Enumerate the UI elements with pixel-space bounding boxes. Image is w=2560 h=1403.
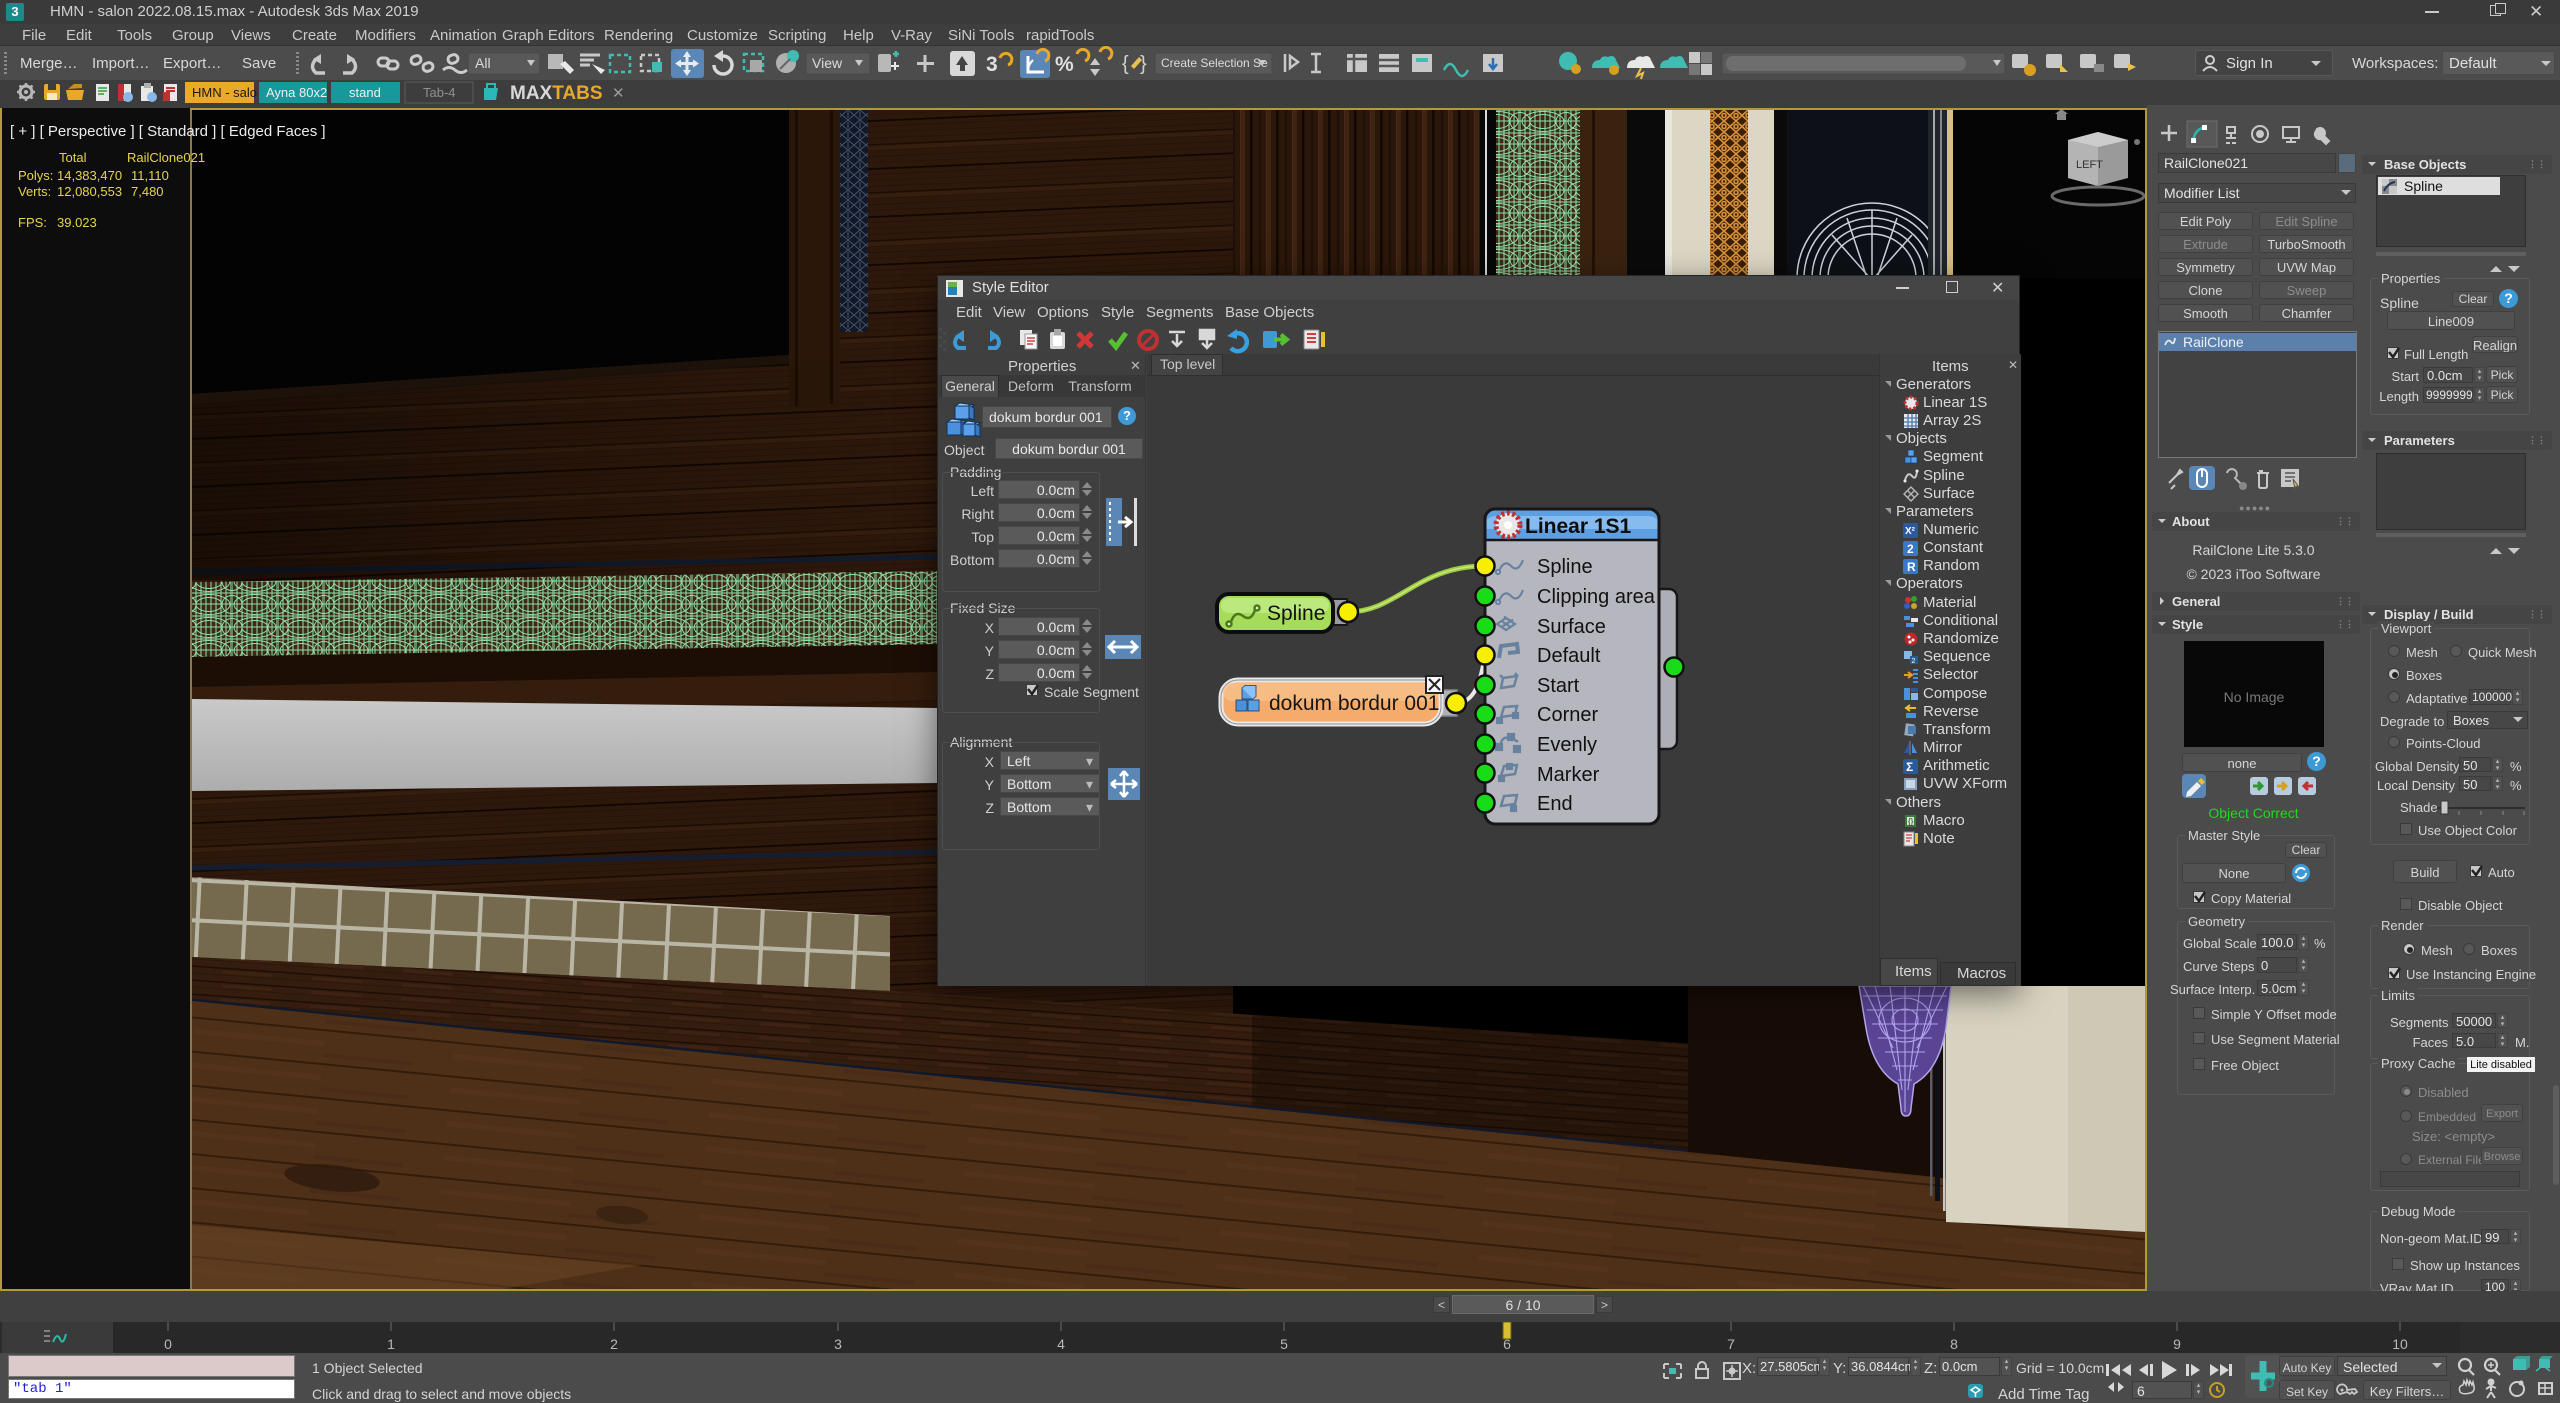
svg-text:7: 7 — [1727, 1336, 1735, 1352]
svg-text:5: 5 — [1280, 1336, 1288, 1352]
svg-text:LEFT: LEFT — [2076, 159, 2103, 171]
svg-text:Verts:: Verts: — [18, 184, 51, 199]
svg-text:Ayna 80x2: Ayna 80x2 — [266, 85, 327, 100]
svg-text:Tab-4: Tab-4 — [423, 85, 456, 100]
svg-text:Evenly: Evenly — [1537, 734, 1597, 756]
svg-text:{: { — [1122, 53, 1129, 75]
svg-text:}: } — [1140, 53, 1147, 75]
svg-text:11,110: 11,110 — [131, 168, 169, 183]
svg-text:4: 4 — [1057, 1336, 1065, 1352]
svg-text:6: 6 — [1503, 1336, 1511, 1352]
svg-text:Total: Total — [59, 150, 87, 165]
svg-text:FPS:: FPS: — [18, 215, 47, 230]
svg-text:HMN - salo: HMN - salo — [192, 85, 257, 100]
svg-text:2: 2 — [1912, 658, 1916, 665]
svg-text:1: 1 — [387, 1336, 395, 1352]
svg-text:X²: X² — [1905, 526, 1916, 537]
svg-text:All: All — [475, 55, 491, 71]
svg-text:Default: Default — [1537, 645, 1601, 667]
svg-text:Σ: Σ — [1906, 760, 1913, 774]
svg-text:10: 10 — [2392, 1336, 2408, 1352]
svg-text:9: 9 — [2173, 1336, 2181, 1352]
svg-text:Spline: Spline — [1267, 602, 1325, 625]
svg-text:39.023: 39.023 — [57, 215, 97, 230]
svg-text:RailClone021: RailClone021 — [127, 150, 205, 165]
svg-text:7,480: 7,480 — [131, 184, 164, 199]
svg-text:3: 3 — [834, 1336, 842, 1352]
svg-text:Polys:: Polys: — [18, 168, 53, 183]
svg-text:MAXTABS: MAXTABS — [510, 83, 603, 104]
svg-text:Marker: Marker — [1537, 764, 1600, 786]
svg-text:Start: Start — [1537, 675, 1580, 697]
svg-text:R: R — [1907, 560, 1916, 574]
svg-text:8: 8 — [1950, 1336, 1958, 1352]
svg-text:2: 2 — [1907, 542, 1914, 556]
svg-text:Spline: Spline — [1537, 556, 1593, 578]
svg-text:%: % — [1055, 53, 1074, 76]
svg-text:Create Selection Se: Create Selection Se — [1161, 56, 1268, 70]
svg-text:Clipping area: Clipping area — [1537, 586, 1656, 608]
svg-text:2: 2 — [610, 1336, 618, 1352]
svg-text:14,383,470: 14,383,470 — [57, 168, 122, 183]
svg-text:End: End — [1537, 793, 1573, 815]
svg-text:stand: stand — [349, 85, 381, 100]
svg-text:Corner: Corner — [1537, 704, 1598, 726]
svg-text:dokum bordur 001: dokum bordur 001 — [1269, 692, 1439, 715]
svg-text:12,080,553: 12,080,553 — [57, 184, 122, 199]
svg-text:✕: ✕ — [612, 85, 625, 102]
svg-text:[ + ] [ Perspective ] [ Standa: [ + ] [ Perspective ] [ Standard ] [ Edg… — [10, 123, 326, 140]
svg-text:{}: {} — [1908, 817, 1914, 826]
svg-text:3: 3 — [986, 53, 998, 76]
svg-text:0: 0 — [164, 1336, 172, 1352]
svg-text:Surface: Surface — [1537, 616, 1606, 638]
svg-text:View: View — [812, 55, 843, 71]
svg-text:Linear 1S1: Linear 1S1 — [1525, 515, 1632, 538]
